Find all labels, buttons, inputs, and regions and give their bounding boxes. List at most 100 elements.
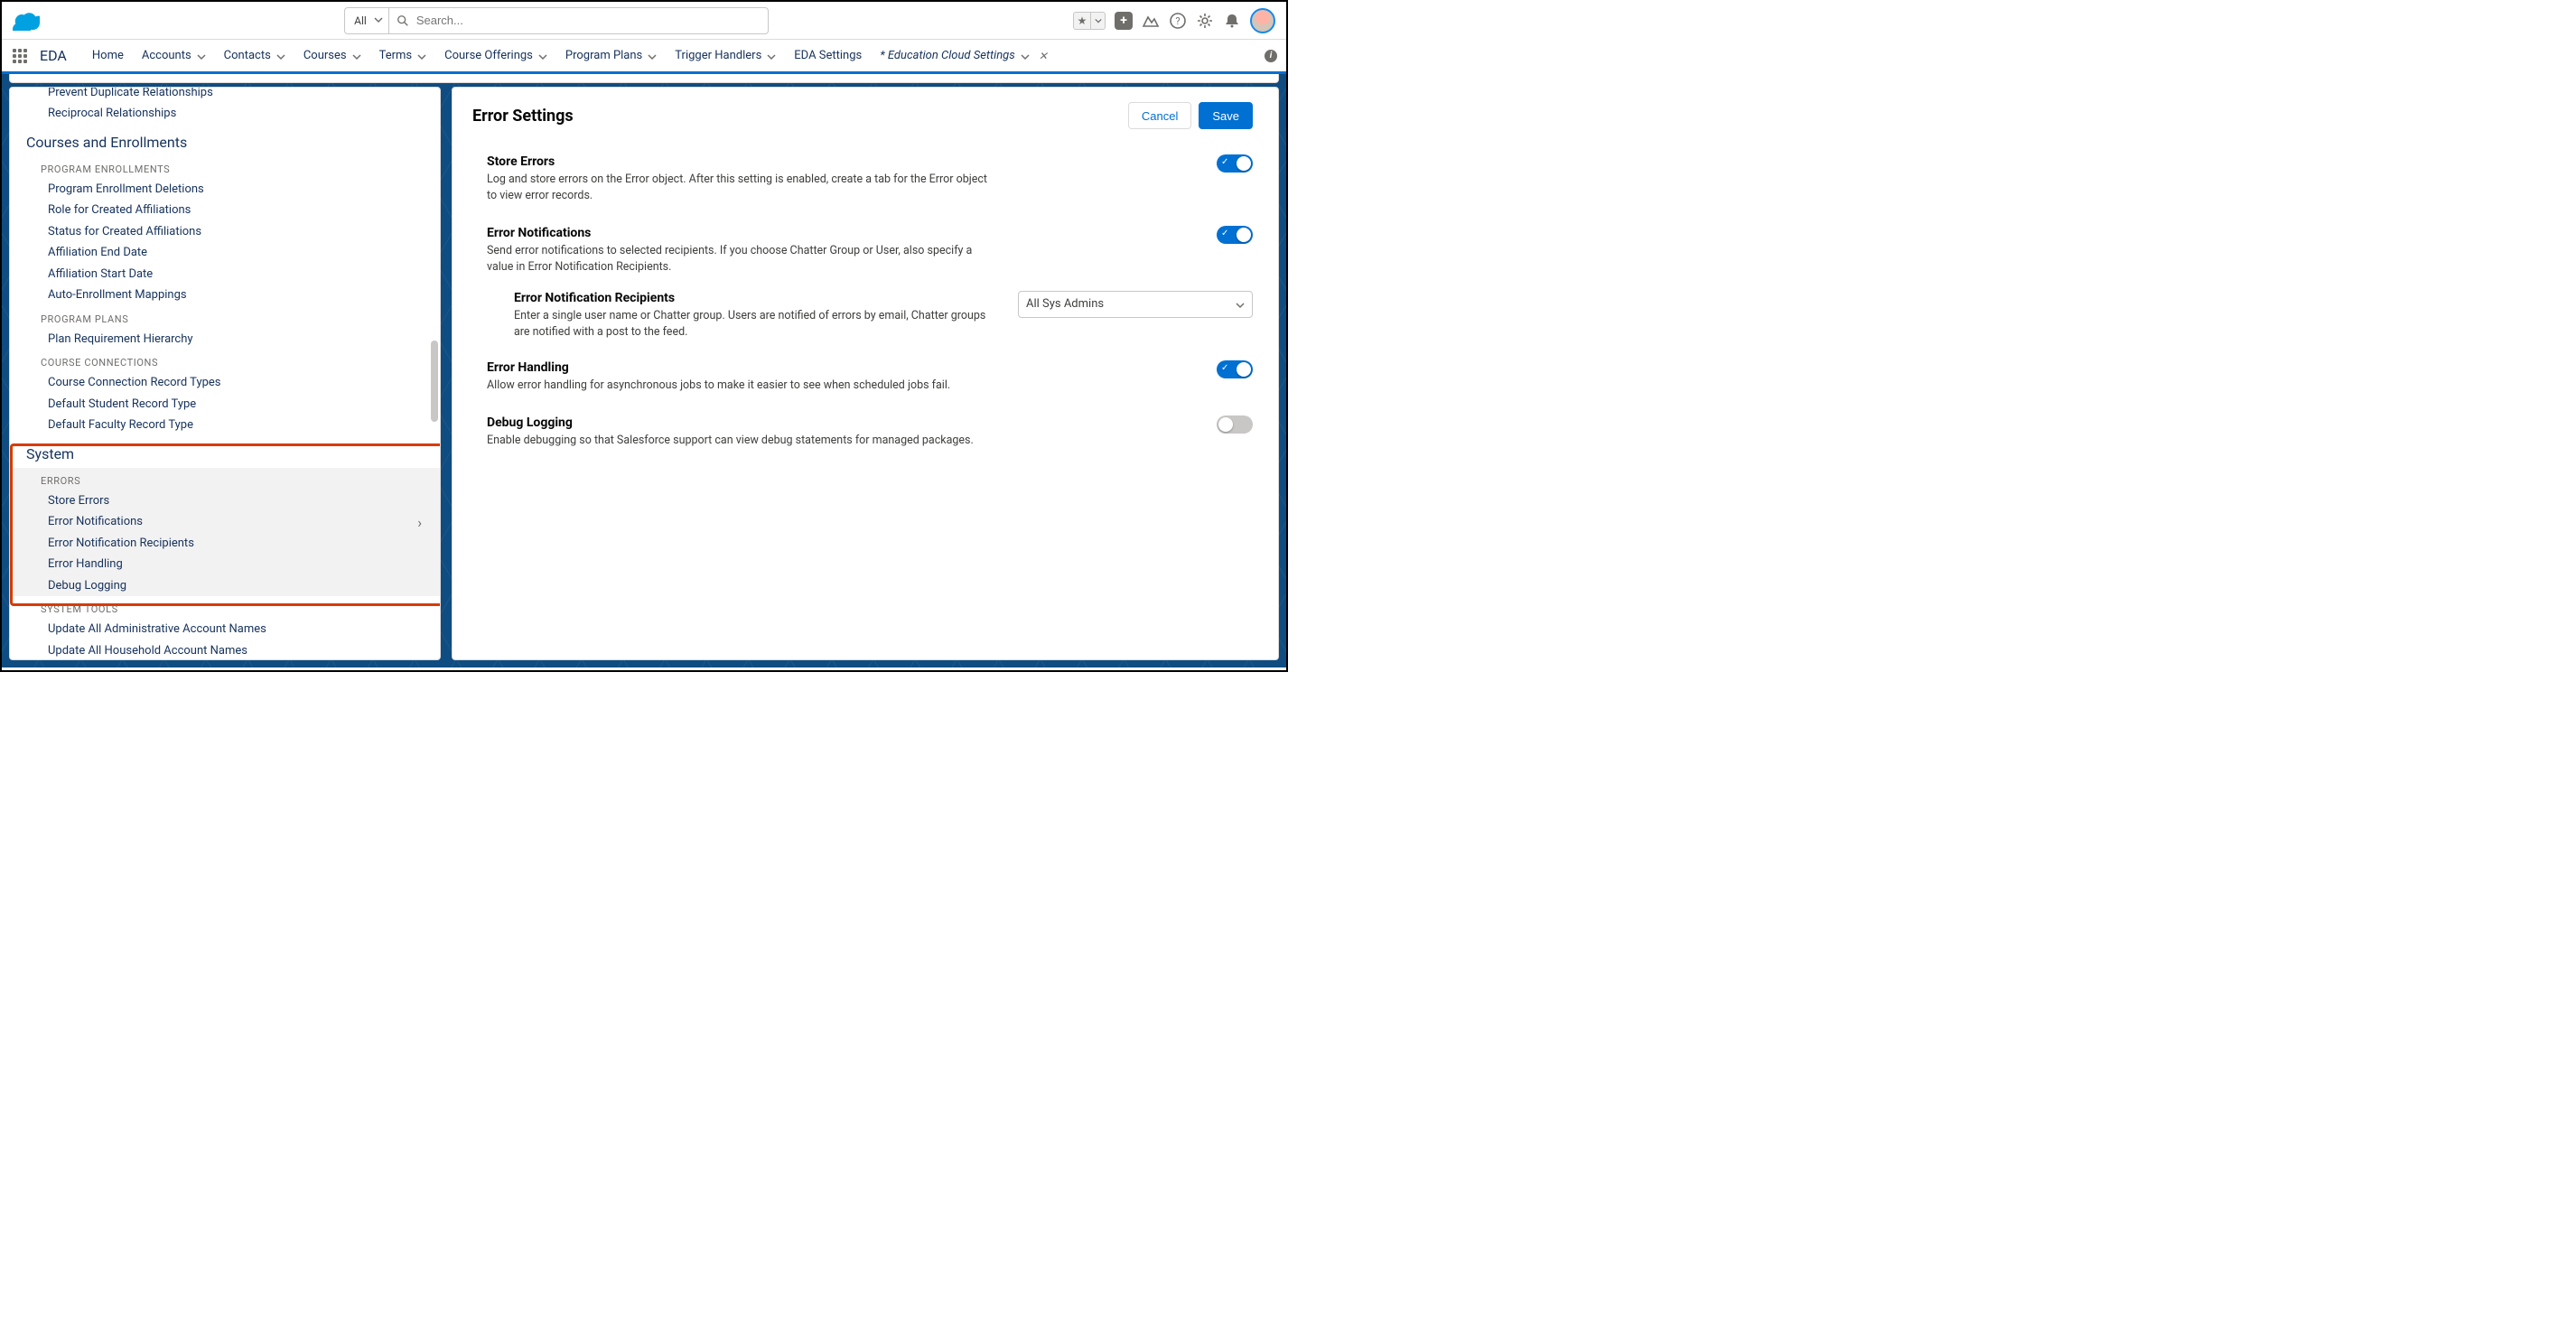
nav-item-contacts[interactable]: Contacts: [215, 40, 294, 71]
sidebar-item[interactable]: Error Notifications: [10, 511, 440, 533]
favorites-split-button[interactable]: ★: [1073, 12, 1106, 30]
page-body: Reciprocal MethodPrevent Duplicate Relat…: [2, 74, 1286, 667]
sidebar-item[interactable]: Error Notification Recipients: [10, 533, 440, 555]
sidebar-item[interactable]: Update All Administrative Account Names: [10, 619, 440, 640]
setting-name: Error Notification Recipients: [514, 291, 996, 305]
nav-item-label: Contacts: [224, 49, 271, 62]
sidebar-item[interactable]: Auto-Enrollment Mappings: [10, 285, 440, 306]
nav-items: Home Accounts Contacts Courses Terms Course O…: [83, 40, 1057, 71]
sidebar-section-heading: Courses and Enrollments: [10, 125, 440, 156]
nav-item-label: Home: [92, 49, 124, 62]
close-tab-icon[interactable]: ✕: [1039, 50, 1048, 62]
chevron-down-icon: [1021, 51, 1030, 61]
toggle-switch[interactable]: [1217, 154, 1253, 173]
sidebar-item[interactable]: Role for Created Affiliations: [10, 200, 440, 221]
sidebar-item[interactable]: Affiliation Start Date: [10, 264, 440, 285]
recipient-select[interactable]: All Sys Admins: [1018, 291, 1253, 318]
settings-list: Store ErrorsLog and store errors on the …: [453, 138, 1278, 478]
setting-description: Allow error handling for asynchronous jo…: [487, 378, 993, 394]
setting-name: Error Notifications: [487, 226, 1195, 240]
nav-item-label: Program Plans: [565, 49, 642, 62]
search-scope-dropdown[interactable]: All: [344, 7, 389, 34]
nav-item-program-plans[interactable]: Program Plans: [556, 40, 666, 71]
sidebar-section-heading: System: [10, 436, 440, 468]
nav-item-trigger-handlers[interactable]: Trigger Handlers: [666, 40, 785, 71]
sidebar-item[interactable]: Reciprocal Relationships: [10, 103, 440, 125]
sidebar-category-label: ERRORS: [10, 468, 440, 490]
setting-description: Enter a single user name or Chatter grou…: [514, 308, 996, 341]
save-button[interactable]: Save: [1199, 102, 1253, 129]
chevron-down-icon: [648, 51, 657, 61]
setting-row: Store ErrorsLog and store errors on the …: [487, 144, 1253, 215]
trailhead-icon[interactable]: [1142, 12, 1160, 30]
chevron-down-icon: [767, 51, 776, 61]
sidebar-category-label: COURSE CONNECTIONS: [10, 350, 440, 372]
chevron-down-icon: [1236, 300, 1245, 309]
search-box[interactable]: [389, 7, 769, 34]
chevron-down-icon[interactable]: [1091, 12, 1106, 30]
sidebar-item[interactable]: Default Faculty Record Type: [10, 415, 440, 436]
setting-description: Send error notifications to selected rec…: [487, 243, 993, 275]
info-icon[interactable]: i: [1265, 50, 1277, 62]
sidebar-item[interactable]: Update All Household Account Names: [10, 640, 440, 660]
chevron-down-icon: [538, 51, 547, 61]
page-title: Error Settings: [472, 107, 574, 126]
app-name: EDA: [38, 40, 83, 71]
setting-name: Debug Logging: [487, 415, 1195, 430]
nav-item-label: * Education Cloud Settings: [880, 49, 1015, 62]
sidebar-category-label: PROGRAM ENROLLMENTS: [10, 156, 440, 179]
sidebar-item[interactable]: Plan Requirement Hierarchy: [10, 329, 440, 350]
nav-item-label: Trigger Handlers: [675, 49, 761, 62]
chevron-down-icon: [374, 14, 383, 23]
nav-item-course-offerings[interactable]: Course Offerings: [435, 40, 556, 71]
toggle-switch[interactable]: [1217, 360, 1253, 378]
chevron-down-icon: [197, 51, 206, 61]
nav-item-accounts[interactable]: Accounts: [133, 40, 215, 71]
setting-row: Error Handling Allow error handling for a…: [487, 350, 1253, 405]
nav-item--education-cloud-settings[interactable]: * Education Cloud Settings ✕: [871, 40, 1057, 71]
sidebar-item[interactable]: Error Handling: [10, 554, 440, 575]
nav-item-courses[interactable]: Courses: [294, 40, 370, 71]
setting-name: Error Handling: [487, 360, 1195, 375]
nav-item-label: EDA Settings: [794, 49, 862, 62]
search-icon: [397, 14, 409, 27]
select-value: All Sys Admins: [1026, 297, 1104, 311]
nav-item-terms[interactable]: Terms: [370, 40, 436, 71]
sidebar-item[interactable]: Status for Created Affiliations: [10, 221, 440, 243]
global-search: All: [344, 7, 769, 34]
sidebar-item[interactable]: Default Student Record Type: [10, 394, 440, 415]
sidebar-item[interactable]: Course Connection Record Types: [10, 372, 440, 394]
toggle-switch[interactable]: [1217, 415, 1253, 434]
nav-item-home[interactable]: Home: [83, 40, 133, 71]
nav-item-label: Courses: [303, 49, 347, 62]
setup-gear-icon[interactable]: [1196, 12, 1214, 30]
global-actions-icon[interactable]: +: [1115, 12, 1133, 30]
help-icon[interactable]: ?: [1169, 12, 1187, 30]
sidebar-item[interactable]: Debug Logging: [10, 575, 440, 597]
global-header: All ★ + ?: [2, 2, 1286, 40]
setting-row: Error Notifications Send error notificati…: [487, 215, 1253, 286]
star-icon[interactable]: ★: [1073, 12, 1091, 30]
settings-detail-panel: Error Settings Cancel Save Store ErrorsL…: [452, 87, 1279, 660]
sidebar-scrollbar[interactable]: [431, 341, 438, 422]
sidebar-item[interactable]: Prevent Duplicate Relationships: [10, 88, 440, 103]
sidebar-item[interactable]: Store Errors: [10, 490, 440, 512]
salesforce-logo-icon: [13, 11, 40, 31]
app-launcher-icon[interactable]: [2, 40, 38, 71]
nav-item-label: Terms: [379, 49, 413, 62]
sidebar-item[interactable]: Program Enrollment Deletions: [10, 179, 440, 201]
header-utility-icons: ★ + ?: [1073, 8, 1275, 33]
sidebar-item[interactable]: Affiliation End Date: [10, 242, 440, 264]
user-avatar[interactable]: [1250, 8, 1275, 33]
nav-item-eda-settings[interactable]: EDA Settings: [785, 40, 871, 71]
chevron-down-icon: [352, 51, 361, 61]
app-frame: All ★ + ? EDA Home Accounts: [0, 0, 1288, 672]
search-input[interactable]: [416, 14, 761, 27]
sidebar-category-label: SYSTEM TOOLS: [10, 596, 440, 619]
search-scope-label: All: [354, 14, 367, 27]
card-top-sliver: [9, 74, 1279, 83]
toggle-switch[interactable]: [1217, 226, 1253, 244]
cancel-button[interactable]: Cancel: [1128, 102, 1191, 129]
notifications-bell-icon[interactable]: [1223, 12, 1241, 30]
context-bar: EDA Home Accounts Contacts Courses Terms Cour…: [2, 40, 1286, 74]
